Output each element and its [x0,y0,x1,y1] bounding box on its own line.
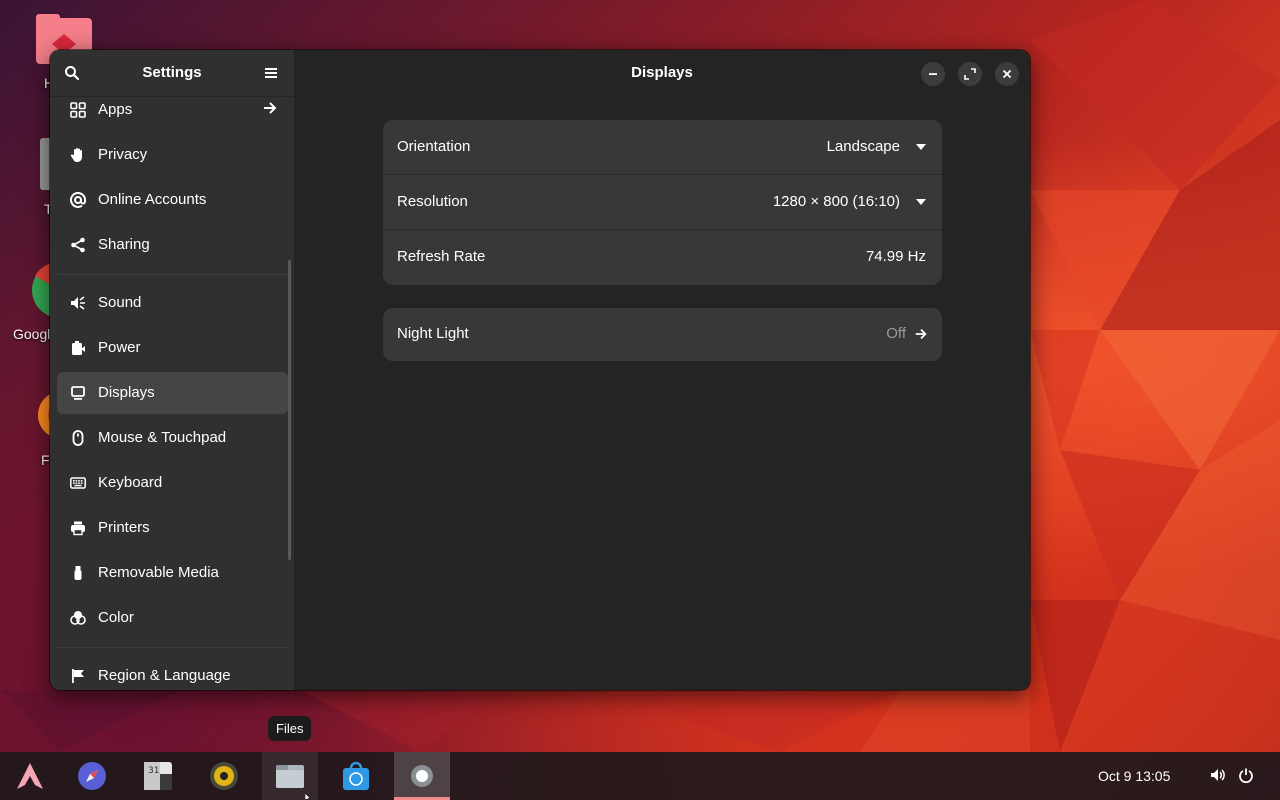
sidebar-item-label: Privacy [98,146,148,163]
minimize-icon [929,73,937,75]
close-icon [1002,69,1012,79]
minimize-button[interactable] [921,62,945,86]
mouse-icon [69,429,87,447]
taskbar-software[interactable] [328,752,384,800]
desktop-label-chrome: Googl [13,326,51,342]
close-button[interactable] [995,62,1019,86]
sidebar-item-removable-media[interactable]: Removable Media [57,552,288,594]
sidebar-item-label: Keyboard [98,474,163,491]
sidebar-item-label: Displays [98,384,155,401]
hand-icon [69,146,87,164]
orientation-value: Landscape [826,138,900,155]
sidebar-item-label: Online Accounts [98,191,207,208]
orientation-label: Orientation [397,138,471,155]
sidebar-item-privacy[interactable]: Privacy [57,134,288,176]
speaker-icon [69,294,87,312]
page-title: Displays [631,64,693,81]
hamburger-menu-icon [265,68,277,78]
orientation-row[interactable]: Orientation Landscape [383,120,942,175]
usb-icon [69,564,87,582]
sidebar-item-label: Printers [98,519,150,536]
dropdown-caret-icon [916,144,926,150]
night-light-row[interactable]: Night Light Off [383,308,942,361]
night-light-card: Night Light Off [383,308,942,361]
sidebar-separator [57,274,288,275]
battery-icon [69,339,87,357]
sidebar-item-label: Removable Media [98,564,219,581]
mouse-cursor-icon [305,793,311,800]
sidebar-item-power[interactable]: Power [57,327,288,369]
volume-button[interactable] [1210,767,1226,787]
software-store-icon [343,761,369,790]
sidebar-separator [57,647,288,648]
refresh-rate-row: Refresh Rate 74.99 Hz [383,230,942,285]
sidebar-item-region-language[interactable]: Region & Language [57,655,288,690]
sidebar-item-label: Sound [98,294,142,311]
at-sign-icon [69,191,87,209]
settings-icon [411,765,433,787]
night-light-label: Night Light [397,325,469,342]
resolution-row[interactable]: Resolution 1280 × 800 (16:10) [383,175,942,230]
sidebar-item-keyboard[interactable]: Keyboard [57,462,288,504]
files-icon [276,765,304,788]
maximize-icon [964,68,976,80]
taskbar-browser[interactable] [64,752,120,800]
refresh-rate-value: 74.99 Hz [865,248,926,265]
files-tooltip: Files [268,716,312,741]
sidebar-item-label: Region & Language [98,667,231,684]
power-menu-button[interactable] [1238,767,1254,787]
sidebar-item-printers[interactable]: Printers [57,507,288,549]
settings-window: Settings Apps Privacy Online Accounts Sh [50,50,1030,690]
sidebar-header: Settings [50,50,294,97]
sidebar-item-label: Apps [98,101,133,118]
sidebar-item-sound[interactable]: Sound [57,282,288,324]
displays-panel: Displays Orientation Landscape Resolutio… [294,50,1030,690]
sidebar-item-displays[interactable]: Displays [57,372,288,414]
maximize-button[interactable] [958,62,982,86]
browser-compass-icon [78,762,106,790]
desktop-label-firefox: F [41,452,50,468]
sidebar-item-label: Mouse & Touchpad [98,429,227,446]
calendar-icon: 31 [144,762,172,790]
night-light-status: Off [886,325,906,342]
taskbar-calendar[interactable]: 31 [130,752,186,800]
printer-icon [69,519,87,537]
apps-grid-icon [69,101,87,119]
resolution-label: Resolution [397,193,468,210]
sidebar-item-online-accounts[interactable]: Online Accounts [57,179,288,221]
sidebar: Settings Apps Privacy Online Accounts Sh [50,50,294,690]
monitor-icon [69,384,87,402]
volume-icon [1211,769,1225,781]
arrow-right-icon [914,327,928,345]
sidebar-item-mouse-touchpad[interactable]: Mouse & Touchpad [57,417,288,459]
power-icon [1239,768,1253,784]
arrow-right-icon [262,100,278,120]
sidebar-item-label: Sharing [98,236,150,253]
main-menu-button[interactable] [260,62,282,84]
taskbar-settings[interactable] [394,752,450,800]
refresh-rate-label: Refresh Rate [397,248,486,265]
resolution-value: 1280 × 800 (16:10) [772,193,900,210]
sidebar-item-color[interactable]: Color [57,597,288,639]
arch-launcher-icon [17,763,43,789]
clock[interactable]: Oct 9 13:05 [1098,768,1170,784]
sidebar-item-label: Color [98,609,134,626]
dropdown-caret-icon [916,199,926,205]
taskbar-music[interactable] [196,752,252,800]
share-icon [69,236,87,254]
music-player-icon [210,762,238,790]
sidebar-scrollbar[interactable] [288,260,291,560]
display-settings-card: Orientation Landscape Resolution 1280 × … [383,120,942,285]
app-launcher-button[interactable] [2,752,58,800]
taskbar: 31 Oct 9 13:05 [0,752,1280,800]
sidebar-item-label: Power [98,339,141,356]
flag-icon [69,667,87,685]
svg-text:31: 31 [148,766,159,776]
sidebar-item-sharing[interactable]: Sharing [57,224,288,266]
keyboard-icon [69,474,87,492]
color-circles-icon [69,609,87,627]
sidebar-title: Settings [142,64,202,81]
